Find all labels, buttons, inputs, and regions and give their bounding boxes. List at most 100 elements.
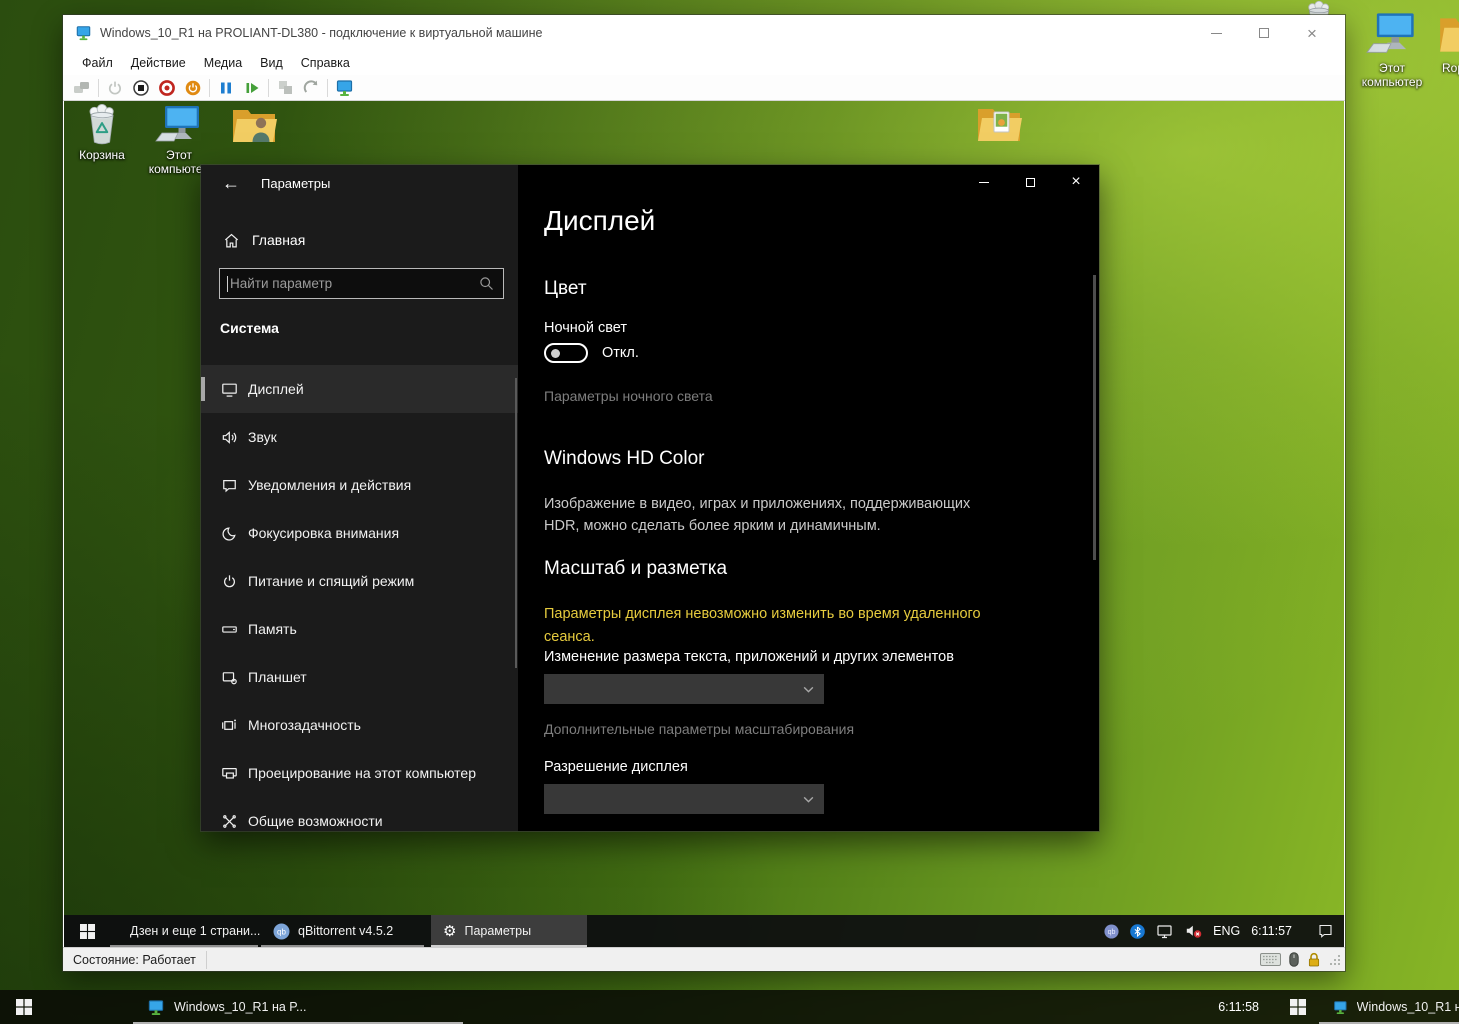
vm-clock[interactable]: 6:11:57 — [1251, 924, 1292, 938]
content-scrollbar[interactable] — [1093, 275, 1096, 560]
maximize-icon — [1026, 178, 1035, 187]
night-light-toggle[interactable] — [544, 343, 588, 363]
menu-view[interactable]: Вид — [251, 53, 292, 73]
hyperv-titlebar[interactable]: Windows_10_R1 на PROLIANT-DL380 - подклю… — [63, 15, 1345, 51]
search-box[interactable] — [219, 268, 504, 299]
taskbar-item-edge[interactable]: Дзен и еще 1 страни... — [110, 915, 258, 947]
folder-icon — [1437, 10, 1459, 60]
toolbar-separator — [268, 79, 269, 97]
menu-action[interactable]: Действие — [122, 53, 195, 73]
vmconnect-icon — [75, 25, 92, 41]
hdr-heading: Windows HD Color — [544, 448, 704, 470]
save-vm-button[interactable] — [180, 77, 206, 99]
vm-icon-pictures-folder[interactable] — [964, 102, 1034, 148]
host-clock[interactable]: 6:11:58 — [1218, 990, 1277, 1024]
volume-muted-icon[interactable] — [1185, 923, 1202, 939]
vm-icon-recycle-bin[interactable]: Корзина — [67, 103, 137, 162]
host-start-button[interactable] — [0, 990, 48, 1024]
sidebar-item-home[interactable]: Главная — [201, 223, 501, 257]
moon-icon — [220, 524, 238, 542]
menu-file[interactable]: Файл — [73, 53, 122, 73]
bluetooth-icon[interactable] — [1130, 924, 1145, 939]
qbittorrent-tray-icon[interactable]: qb — [1104, 924, 1119, 939]
hyperv-toolbar — [63, 75, 1345, 101]
taskbar-item-settings[interactable]: ⚙ Параметры — [431, 915, 587, 947]
settings-titlebar[interactable]: ← Параметры — [201, 165, 518, 201]
chevron-down-icon — [802, 793, 815, 806]
revert-icon — [302, 79, 320, 97]
minimize-button[interactable] — [1205, 22, 1227, 44]
resolution-label: Разрешение дисплея — [544, 759, 688, 775]
menu-help[interactable]: Справка — [292, 53, 359, 73]
sidebar-item-display[interactable]: Дисплей — [201, 365, 518, 413]
advanced-scaling-link[interactable]: Дополнительные параметры масштабирования — [544, 721, 854, 737]
vm-system-tray: qb ENG 6:11: — [1104, 915, 1344, 947]
host-icon-rop-folder[interactable]: Rop — [1432, 10, 1459, 75]
host-taskbar-item-vmconnect-2[interactable]: Windows_10_R1 на P. — [1319, 990, 1459, 1024]
ctrl-alt-del-button[interactable] — [69, 77, 95, 99]
taskbar-item-qbittorrent[interactable]: qb qBittorrent v4.5.2 — [261, 915, 424, 947]
taskbar-item-underline — [261, 945, 424, 947]
checkpoint-button[interactable] — [272, 77, 298, 99]
desktop-icon-label: Rop — [1432, 61, 1459, 75]
revert-button[interactable] — [298, 77, 324, 99]
toggle-knob — [551, 349, 560, 358]
maximize-button[interactable] — [1253, 22, 1275, 44]
vm-icon-user-folder[interactable] — [219, 103, 289, 149]
start-vm-button[interactable] — [102, 77, 128, 99]
vm-screen: Корзина Этот компьютер — [64, 101, 1344, 947]
resize-grip[interactable] — [1329, 954, 1341, 966]
orange-power-icon — [184, 79, 202, 97]
sidebar-item-notifications[interactable]: Уведомления и действия — [201, 461, 518, 509]
pictures-folder-icon — [975, 102, 1023, 148]
host-taskbar-item-vmconnect[interactable]: Windows_10_R1 на P... — [133, 990, 463, 1024]
turn-off-vm-button[interactable] — [128, 77, 154, 99]
sidebar-item-shared-experiences[interactable]: Общие возможности — [201, 797, 518, 845]
sidebar-scrollbar[interactable] — [515, 378, 517, 668]
sidebar-item-storage[interactable]: Память — [201, 605, 518, 653]
pause-icon — [218, 80, 234, 96]
close-button[interactable]: × — [1301, 22, 1323, 44]
settings-maximize-button[interactable] — [1007, 165, 1053, 199]
keyboard-status-icon — [1260, 953, 1281, 966]
vm-start-button[interactable] — [64, 915, 110, 947]
back-button[interactable]: ← — [216, 169, 246, 197]
sidebar-item-multitasking[interactable]: Многозадачность — [201, 701, 518, 749]
sidebar-item-sound[interactable]: Звук — [201, 413, 518, 461]
power-disabled-icon — [106, 79, 124, 97]
projecting-icon — [220, 764, 238, 782]
color-heading: Цвет — [544, 278, 587, 300]
computer-icon — [155, 103, 203, 147]
host-icon-this-pc[interactable]: Этот компьютер — [1350, 10, 1434, 89]
sidebar-item-tablet[interactable]: Планшет — [201, 653, 518, 701]
action-center-icon[interactable] — [1317, 923, 1334, 939]
night-light-settings-link[interactable]: Параметры ночного света — [544, 388, 713, 404]
recycle-bin-icon — [79, 103, 125, 147]
gear-icon: ⚙ — [443, 924, 456, 939]
network-icon[interactable] — [1156, 924, 1174, 939]
search-input[interactable] — [220, 276, 479, 291]
hyperv-vmconnect-window: Windows_10_R1 на PROLIANT-DL380 - подклю… — [63, 15, 1345, 971]
scale-dropdown-label: Изменение размера текста, приложений и д… — [544, 649, 954, 665]
settings-close-button[interactable]: × — [1053, 165, 1099, 199]
settings-minimize-button[interactable] — [961, 165, 1007, 199]
power-icon — [220, 572, 238, 590]
sidebar-item-focus-assist[interactable]: Фокусировка внимания — [201, 509, 518, 557]
sidebar-item-power-sleep[interactable]: Питание и спящий режим — [201, 557, 518, 605]
pause-vm-button[interactable] — [213, 77, 239, 99]
turn-off-icon — [132, 79, 150, 97]
language-indicator[interactable]: ENG — [1213, 924, 1240, 938]
settings-app-title: Параметры — [261, 176, 330, 191]
shut-down-icon — [158, 79, 176, 97]
resolution-dropdown[interactable] — [544, 784, 824, 814]
shut-down-vm-button[interactable] — [154, 77, 180, 99]
window-title: Windows_10_R1 на PROLIANT-DL380 - подклю… — [100, 26, 1205, 40]
enhanced-session-button[interactable] — [331, 77, 357, 99]
menu-media[interactable]: Медиа — [195, 53, 251, 73]
session-monitor-icon — [335, 79, 354, 97]
ctrl-alt-del-icon — [73, 80, 91, 96]
resume-vm-button[interactable] — [239, 77, 265, 99]
scale-dropdown[interactable] — [544, 674, 824, 704]
sidebar-item-projecting[interactable]: Проецирование на этот компьютер — [201, 749, 518, 797]
host-start-button-2[interactable] — [1277, 990, 1319, 1024]
